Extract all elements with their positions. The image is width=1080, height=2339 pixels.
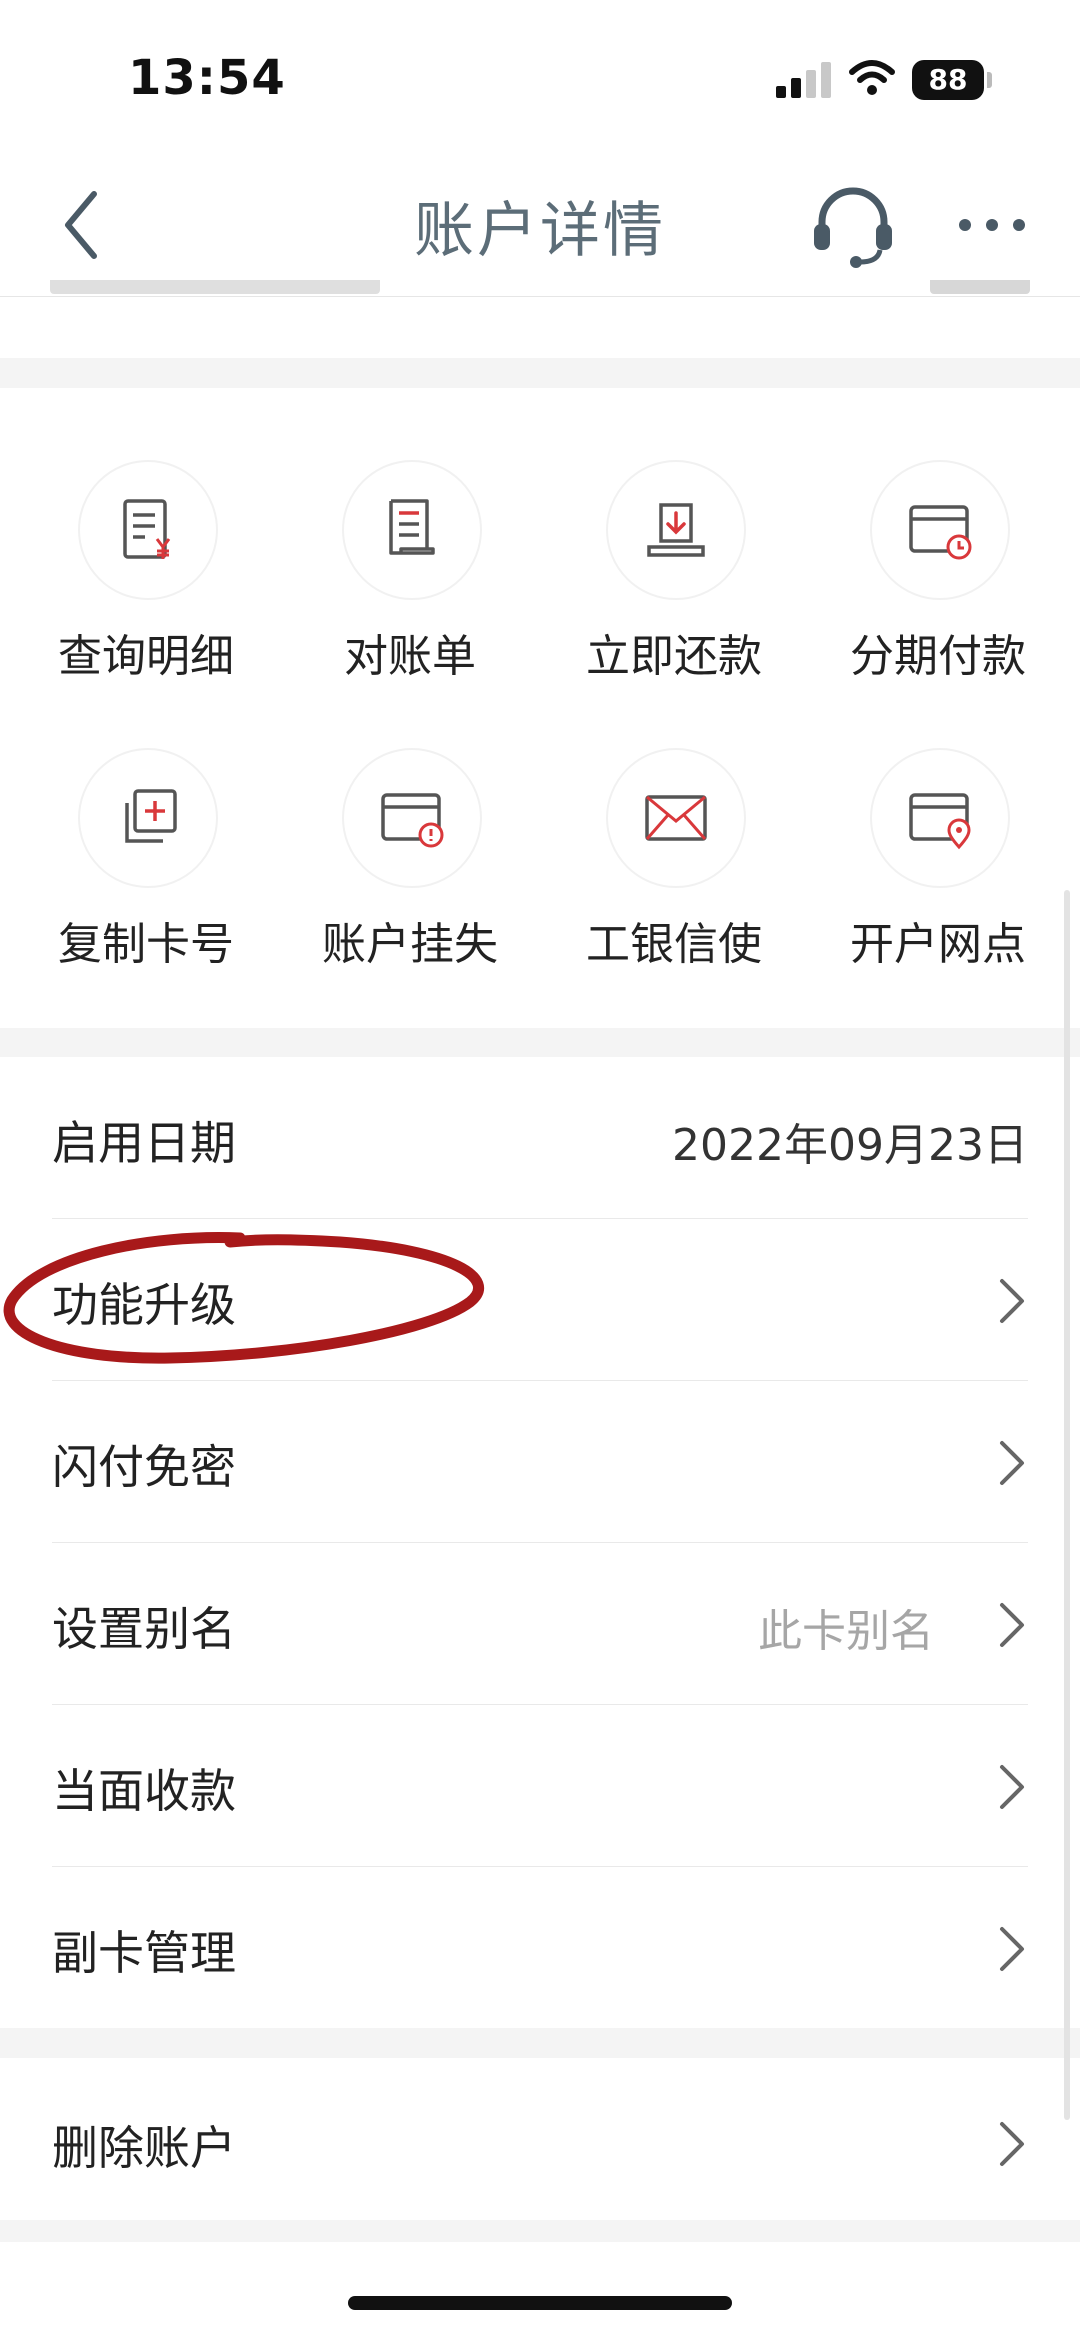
set-alias-row[interactable]: 设置别名 此卡别名 (0, 1543, 1080, 1705)
action-label: 对账单 (344, 631, 476, 682)
statement-yuan-icon (123, 499, 171, 559)
function-upgrade-label: 功能升级 (52, 1278, 236, 1332)
nav-bar: 账户详情 (0, 150, 1080, 296)
wifi-icon (849, 60, 895, 95)
action-statement[interactable]: 对账单 (280, 388, 540, 682)
home-indicator[interactable] (348, 2296, 732, 2310)
action-circle (78, 460, 218, 600)
delete-account-label: 删除账户 (52, 2121, 236, 2175)
chevron-right-icon (1000, 1603, 1024, 1647)
section-separator (0, 1028, 1080, 1057)
chevron-right-icon (1000, 1279, 1024, 1323)
action-transaction-details[interactable]: 查询明细 (16, 388, 276, 682)
chevron-right-icon (1000, 1765, 1024, 1809)
flash-pay-row[interactable]: 闪付免密 (0, 1381, 1080, 1543)
status-time: 13:54 (128, 50, 286, 106)
action-icbc-messenger[interactable]: 工银信使 (544, 676, 804, 970)
action-report-loss[interactable]: 账户挂失 (280, 676, 540, 970)
action-installment[interactable]: 分期付款 (808, 388, 1068, 682)
action-label: 复制卡号 (58, 919, 234, 970)
card-location-icon (909, 793, 971, 850)
section-separator (0, 358, 1080, 388)
action-label: 开户网点 (850, 919, 1026, 970)
flash-pay-label: 闪付免密 (52, 1440, 236, 1494)
battery-indicator: 88 (912, 60, 984, 100)
copy-plus-icon (125, 789, 177, 843)
section-separator (0, 2028, 1080, 2058)
signal-icon (776, 62, 836, 98)
sub-card-management-label: 副卡管理 (52, 1926, 236, 1980)
envelope-icon (645, 795, 707, 841)
customer-service-button headset-icon[interactable] (808, 180, 898, 270)
quick-actions-grid: 查询明细 对账单 立即还款 分期付款 复制卡号 账户挂失 工银信使 开户网点 (0, 388, 1080, 1028)
action-repay-now[interactable]: 立即还款 (544, 388, 804, 682)
card-alert-icon (381, 793, 444, 848)
chevron-right-icon (1000, 1441, 1024, 1485)
delete-account-row[interactable]: 删除账户 (0, 2058, 1080, 2220)
chevron-right-icon (1000, 2122, 1024, 2166)
action-copy-card-number[interactable]: 复制卡号 (16, 676, 276, 970)
more-button more-dots-icon[interactable] (955, 200, 1030, 250)
alias-placeholder: 此卡别名 (758, 1606, 934, 1657)
face-to-face-collect-label: 当面收款 (52, 1764, 236, 1818)
action-circle (342, 460, 482, 600)
action-circle (606, 748, 746, 888)
start-date-row: 启用日期 2022年09月23日 (0, 1057, 1080, 1219)
action-label: 查询明细 (58, 631, 234, 682)
action-circle (870, 748, 1010, 888)
nav-divider (0, 296, 1080, 297)
face-to-face-collect-row[interactable]: 当面收款 (0, 1705, 1080, 1867)
start-date-value: 2022年09月23日 (672, 1120, 1028, 1171)
start-date-label: 启用日期 (52, 1116, 236, 1170)
account-details-list: 启用日期 2022年09月23日 功能升级 闪付免密 设置别名 此卡别名 当面收… (0, 1057, 1080, 2027)
page-title: 账户详情 (414, 196, 666, 266)
action-label: 立即还款 (586, 631, 762, 682)
action-label: 账户挂失 (322, 919, 498, 970)
action-circle (870, 460, 1010, 600)
battery-tip (987, 72, 992, 88)
scrollbar[interactable] (1064, 890, 1070, 2120)
sub-card-management-row[interactable]: 副卡管理 (0, 1867, 1080, 2029)
action-circle (342, 748, 482, 888)
action-circle (78, 748, 218, 888)
repay-download-icon (647, 503, 705, 557)
section-separator (0, 2220, 1080, 2242)
action-circle (606, 460, 746, 600)
action-label: 工银信使 (586, 919, 762, 970)
set-alias-label: 设置别名 (52, 1602, 236, 1656)
chevron-right-icon (1000, 1927, 1024, 1971)
status-bar: 13:54 88 (0, 0, 1080, 150)
action-label: 分期付款 (850, 631, 1026, 682)
function-upgrade-row[interactable]: 功能升级 (0, 1219, 1080, 1381)
card-clock-icon (909, 505, 972, 560)
action-opening-branch[interactable]: 开户网点 (808, 676, 1068, 970)
bill-document-icon (389, 499, 435, 555)
